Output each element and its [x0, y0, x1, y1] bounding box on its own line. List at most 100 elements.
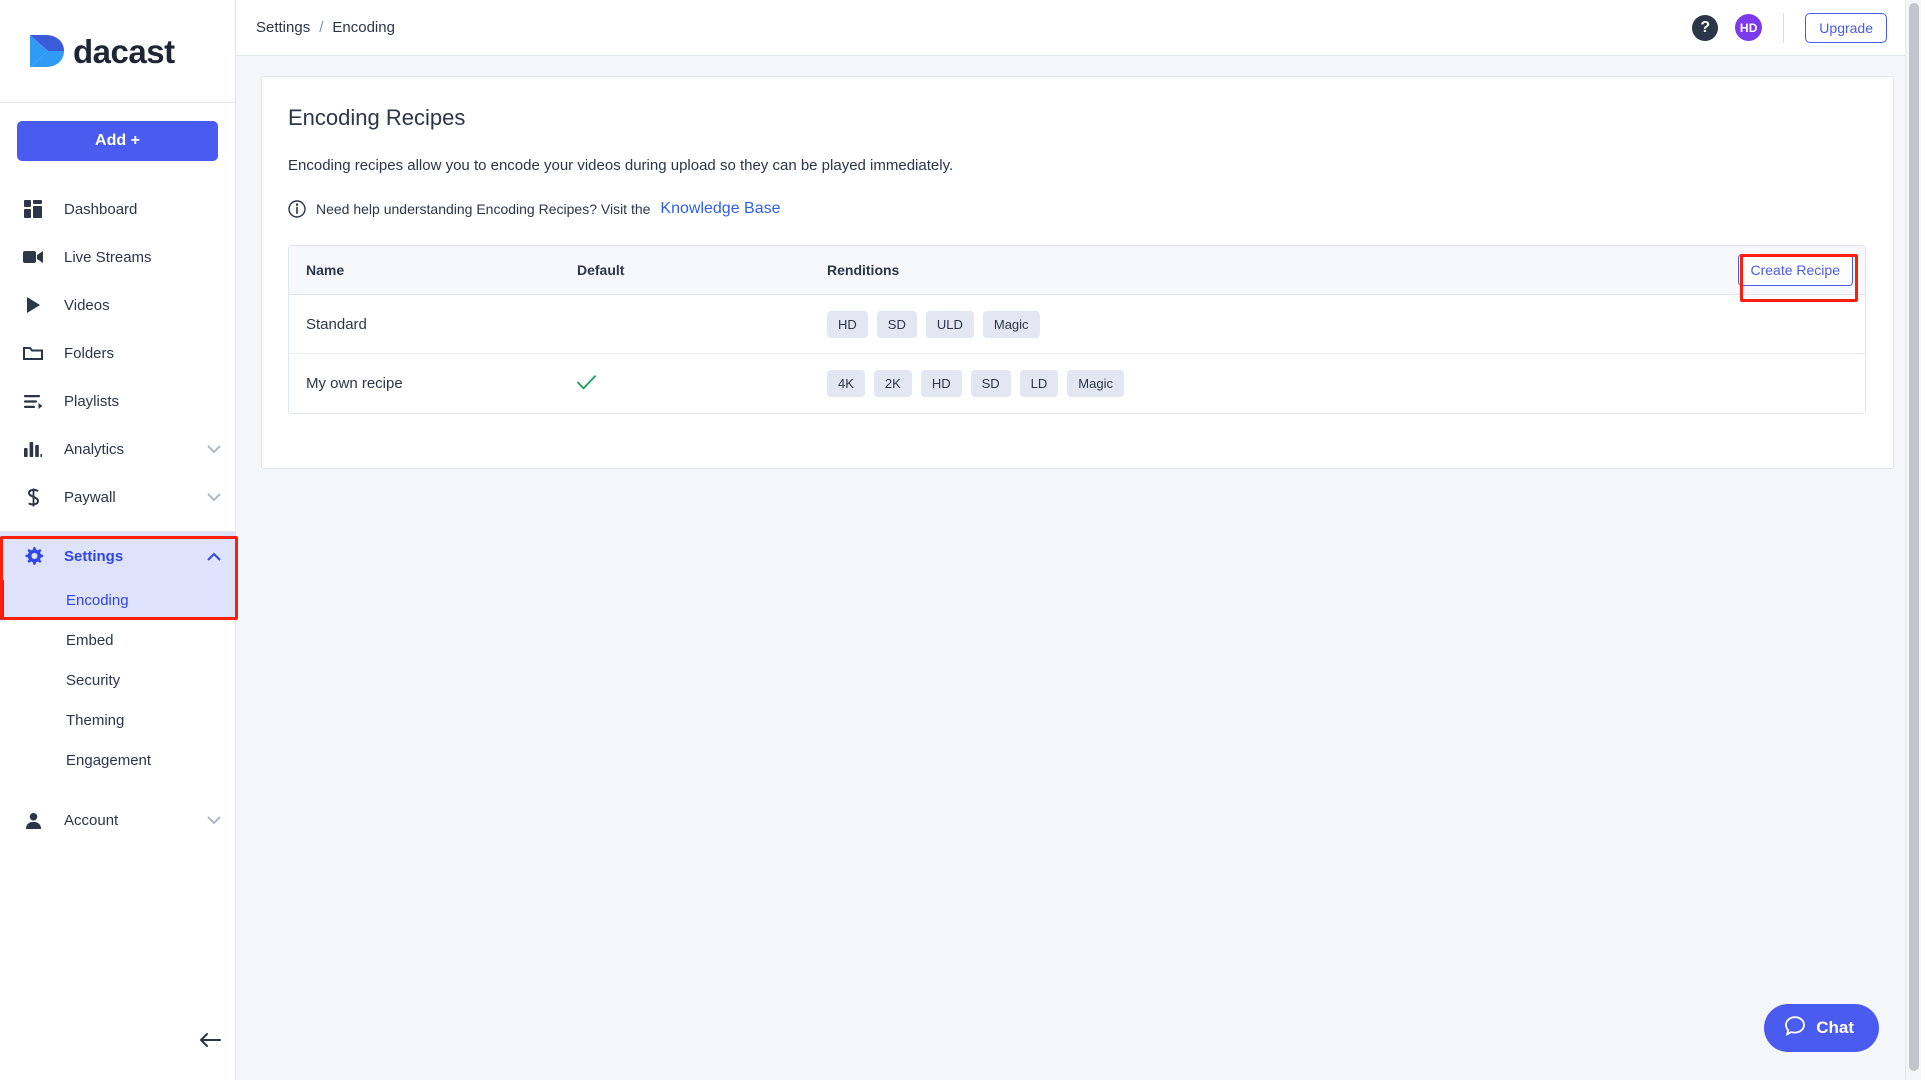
dashboard-icon: [22, 198, 44, 220]
help-text: Need help understanding Encoding Recipes…: [316, 201, 651, 217]
sidebar-item-live-streams[interactable]: Live Streams: [0, 233, 235, 281]
sidebar-item-security[interactable]: Security: [0, 660, 235, 700]
sidebar-item-encoding[interactable]: Encoding: [0, 580, 235, 620]
help-notice: Need help understanding Encoding Recipes…: [288, 200, 1867, 218]
knowledge-base-link[interactable]: Knowledge Base: [660, 200, 780, 218]
sidebar-collapse-button[interactable]: [193, 1024, 227, 1058]
table-row[interactable]: My own recipe 4K 2K HD SD LD Magic: [289, 354, 1865, 413]
topbar-divider: [1783, 12, 1785, 43]
chat-button[interactable]: Chat: [1764, 1004, 1879, 1052]
chevron-down-icon: [207, 492, 221, 502]
sidebar-item-paywall[interactable]: Paywall: [0, 473, 235, 521]
add-button[interactable]: Add +: [17, 121, 218, 161]
chevron-up-icon: [207, 552, 221, 561]
dacast-logo[interactable]: dacast: [26, 31, 175, 71]
table-header: Name Default Renditions Create Recipe: [289, 246, 1865, 302]
rendition-badge: LD: [1019, 370, 1059, 397]
sidebar-subitem-label: Embed: [66, 631, 114, 649]
sidebar-subitem-label: Encoding: [66, 591, 129, 609]
page-title: Encoding Recipes: [288, 105, 466, 130]
sidebar-item-engagement[interactable]: Engagement: [0, 740, 235, 780]
recipe-name: Standard: [306, 315, 367, 333]
recipes-table: Name Default Renditions Create Recipe St…: [288, 245, 1866, 414]
content-area: Encoding Recipes Encoding recipes allow …: [236, 56, 1921, 1080]
folder-icon: [22, 342, 44, 364]
play-icon: [22, 294, 44, 316]
person-icon: [22, 809, 44, 831]
logo-wordmark: dacast: [73, 32, 175, 70]
sidebar-item-dashboard[interactable]: Dashboard: [0, 185, 235, 233]
sidebar-item-account[interactable]: Account: [0, 796, 235, 844]
main-area: Settings / Encoding ? HD Upgrade Encodin…: [236, 0, 1921, 1080]
chat-bubble-icon: [1784, 1015, 1806, 1042]
rendition-badges: HD SD ULD Magic: [827, 310, 1853, 338]
chevron-down-icon: [207, 444, 221, 454]
sidebar-item-analytics[interactable]: Analytics: [0, 425, 235, 473]
info-icon: [288, 200, 306, 218]
logo-container: dacast: [0, 0, 235, 103]
add-button-container: Add +: [0, 103, 235, 171]
encoding-recipes-card: Encoding Recipes Encoding recipes allow …: [261, 76, 1894, 469]
app-root: dacast Add + Dashboard Live Streams Vide…: [0, 0, 1921, 1080]
topbar-actions: ? HD Upgrade: [1692, 12, 1887, 43]
sidebar-item-embed[interactable]: Embed: [0, 620, 235, 660]
column-header-default: Default: [577, 262, 625, 278]
sidebar-item-label: Settings: [64, 547, 124, 565]
arrow-left-icon: [199, 1032, 221, 1051]
sidebar-item-label: Live Streams: [64, 248, 152, 266]
scrollbar-thumb[interactable]: [1909, 3, 1919, 1071]
avatar[interactable]: HD: [1735, 14, 1763, 41]
dacast-logo-mark: [30, 35, 64, 67]
sidebar-subitem-label: Engagement: [66, 751, 152, 769]
check-icon: [577, 370, 596, 395]
topbar: Settings / Encoding ? HD Upgrade: [236, 0, 1921, 56]
video-camera-icon: [22, 246, 44, 268]
rendition-badge: Magic: [982, 310, 1040, 338]
sidebar: dacast Add + Dashboard Live Streams Vide…: [0, 0, 238, 1080]
rendition-badge: HD: [920, 370, 962, 397]
sidebar-item-theming[interactable]: Theming: [0, 700, 235, 740]
gear-icon: [22, 545, 44, 567]
recipe-name: My own recipe: [306, 375, 403, 392]
page-description: Encoding recipes allow you to encode you…: [288, 157, 954, 174]
rendition-badge: SD: [876, 310, 917, 338]
sidebar-item-label: Paywall: [64, 488, 116, 506]
breadcrumb-settings[interactable]: Settings: [256, 19, 310, 36]
sidebar-subitem-label: Theming: [66, 711, 125, 729]
sidebar-subitem-label: Security: [66, 671, 121, 689]
dollar-icon: [22, 486, 44, 508]
sidebar-item-settings[interactable]: Settings: [0, 532, 235, 580]
table-row[interactable]: Standard HD SD ULD Magic: [289, 295, 1865, 354]
breadcrumb-separator: /: [319, 19, 324, 36]
playlist-icon: [22, 390, 44, 412]
page-scrollbar[interactable]: [1905, 0, 1921, 1080]
sidebar-item-folders[interactable]: Folders: [0, 329, 235, 377]
bar-chart-icon: [22, 438, 44, 460]
rendition-badge: SD: [970, 370, 1011, 397]
sidebar-item-playlists[interactable]: Playlists: [0, 377, 235, 425]
sidebar-item-label: Folders: [64, 344, 115, 362]
rendition-badge: 2K: [873, 370, 912, 397]
breadcrumb: Settings / Encoding: [256, 19, 395, 36]
chat-label: Chat: [1816, 1018, 1854, 1037]
question-mark-icon[interactable]: ?: [1692, 14, 1719, 41]
sidebar-item-label: Analytics: [64, 440, 125, 458]
create-recipe-button[interactable]: Create Recipe: [1737, 254, 1853, 286]
upgrade-button[interactable]: Upgrade: [1805, 12, 1887, 43]
sidebar-item-videos[interactable]: Videos: [0, 281, 235, 329]
sidebar-item-label: Videos: [64, 296, 110, 314]
rendition-badge: Magic: [1067, 370, 1124, 397]
rendition-badge: HD: [827, 310, 868, 338]
sidebar-item-label: Playlists: [64, 392, 120, 410]
rendition-badge: ULD: [925, 310, 974, 338]
sidebar-item-label: Dashboard: [64, 200, 138, 218]
sidebar-nav: Dashboard Live Streams Videos Folders Pl…: [0, 171, 235, 844]
recipe-default-cell: [577, 372, 827, 395]
rendition-badges: 4K 2K HD SD LD Magic: [827, 370, 1853, 397]
chevron-down-icon: [207, 815, 221, 825]
sidebar-item-label: Account: [64, 811, 119, 829]
rendition-badge: 4K: [827, 370, 865, 397]
column-header-renditions: Renditions: [827, 262, 900, 278]
column-header-name: Name: [306, 262, 345, 278]
breadcrumb-encoding: Encoding: [332, 19, 395, 36]
